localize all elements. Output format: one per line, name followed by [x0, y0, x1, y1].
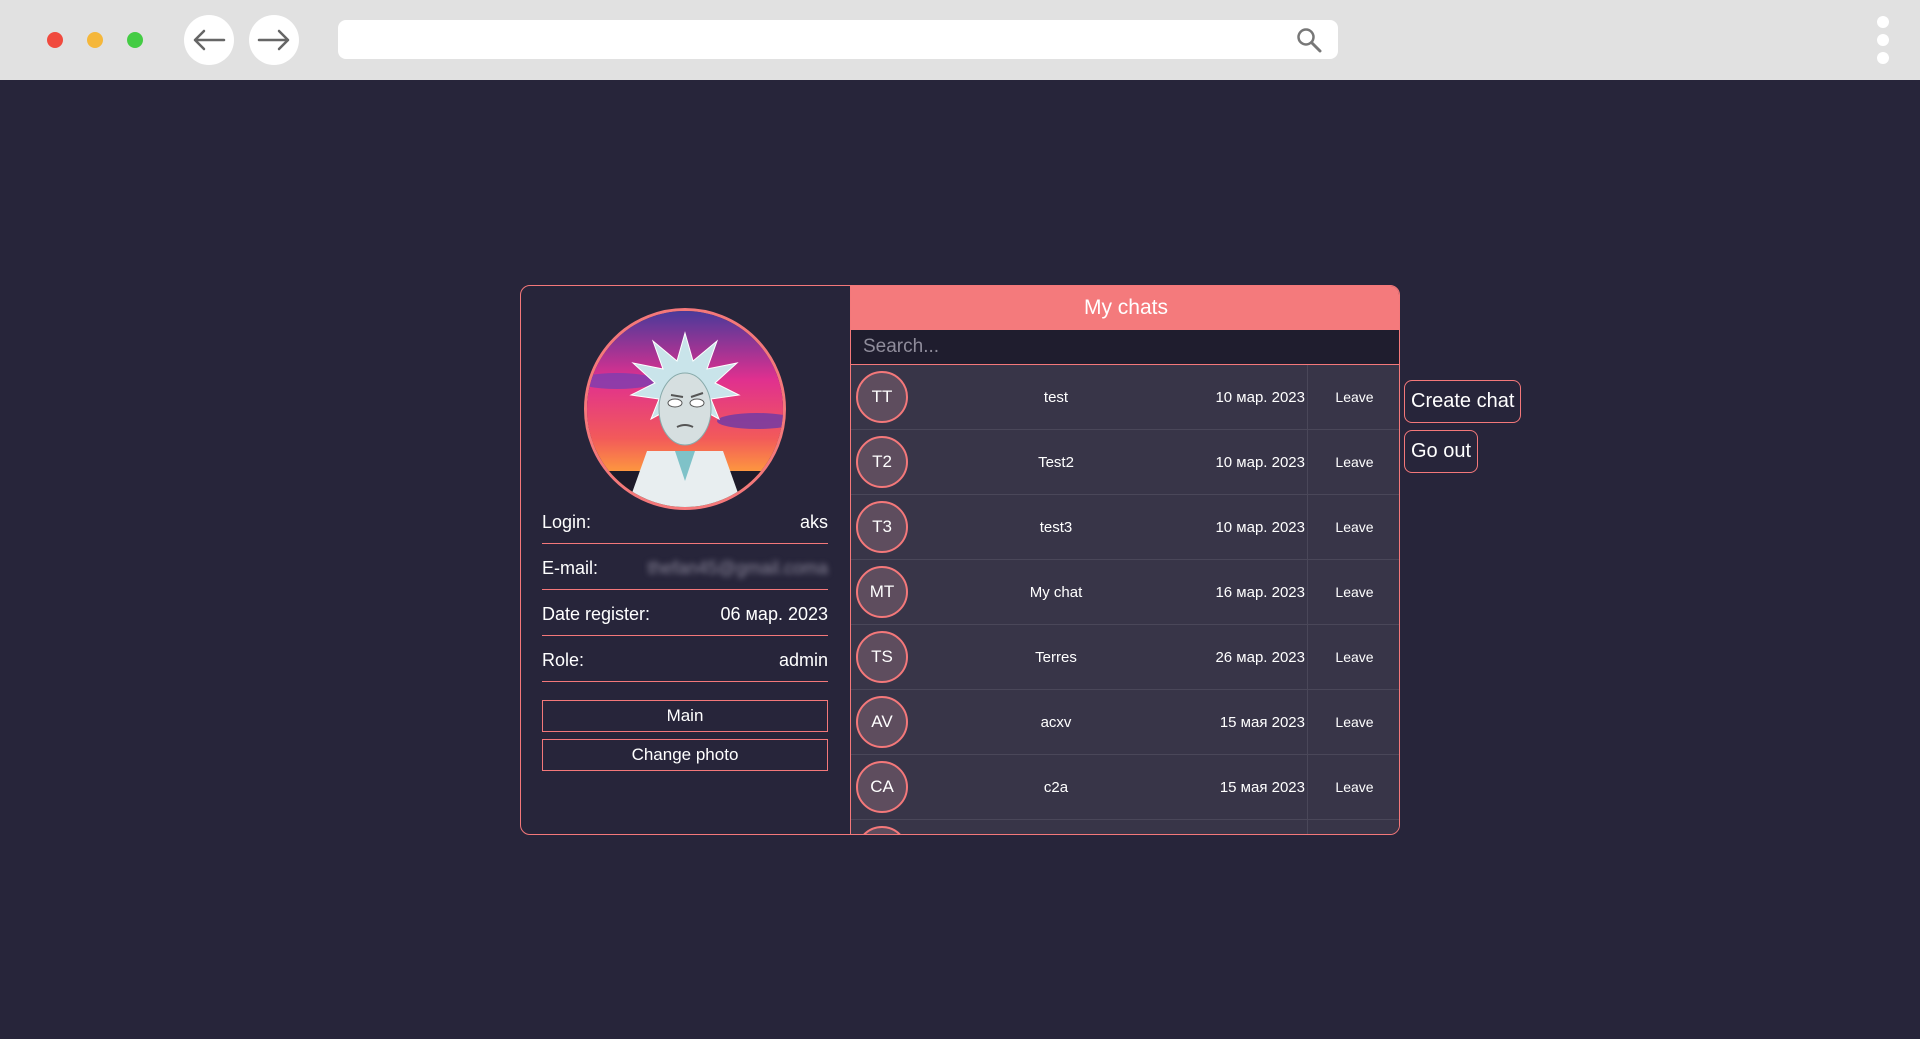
- chat-avatar: AV: [856, 696, 908, 748]
- more-vertical-icon[interactable]: [1876, 16, 1890, 64]
- chat-row[interactable]: [851, 820, 1399, 834]
- leave-button[interactable]: Leave: [1308, 430, 1399, 494]
- divider: [1307, 820, 1308, 834]
- chat-avatar: CA: [856, 761, 908, 813]
- date-register-value: 06 мар. 2023: [720, 604, 828, 624]
- leave-button[interactable]: Leave: [1308, 755, 1399, 819]
- chat-avatar: T2: [856, 436, 908, 488]
- go-out-button[interactable]: Go out: [1404, 430, 1479, 473]
- chat-date: 16 мар. 2023: [1215, 583, 1305, 601]
- chats-panel: My chats TT test 10 мар. 2023 Leave T2 T…: [851, 286, 1399, 834]
- chat-name[interactable]: Terres: [981, 625, 1131, 689]
- chat-row[interactable]: TT test 10 мар. 2023 Leave: [851, 365, 1399, 430]
- arrow-right-icon: [257, 29, 290, 51]
- main-button[interactable]: Main: [542, 700, 828, 732]
- profile-card: Login: aks E-mail: thefan45@gmail.coma D…: [520, 285, 1400, 835]
- leave-button[interactable]: Leave: [1308, 625, 1399, 689]
- chat-row[interactable]: T3 test3 10 мар. 2023 Leave: [851, 495, 1399, 560]
- date-register-label: Date register:: [542, 604, 651, 624]
- chat-row[interactable]: CA c2a 15 мая 2023 Leave: [851, 755, 1399, 820]
- chat-date: 15 мая 2023: [1219, 713, 1305, 731]
- chat-list: TT test 10 мар. 2023 Leave T2 Test2 10 м…: [851, 365, 1399, 834]
- chat-date: 26 мар. 2023: [1215, 648, 1305, 666]
- avatar: [584, 308, 786, 510]
- profile-panel: Login: aks E-mail: thefan45@gmail.coma D…: [521, 286, 851, 834]
- date-register-row: Date register: 06 мар. 2023: [542, 590, 828, 636]
- forward-button[interactable]: [249, 15, 299, 65]
- chat-name[interactable]: acxv: [981, 690, 1131, 754]
- chat-avatar: [856, 826, 908, 834]
- chat-search: [851, 330, 1399, 365]
- leave-button[interactable]: Leave: [1308, 365, 1399, 429]
- address-bar[interactable]: [338, 20, 1338, 59]
- email-value: thefan45@gmail.coma: [647, 558, 828, 578]
- chat-name[interactable]: test3: [981, 495, 1131, 559]
- login-label: Login:: [542, 512, 592, 532]
- chat-date: 10 мар. 2023: [1215, 518, 1305, 536]
- search-input[interactable]: [851, 330, 1399, 364]
- search-icon[interactable]: [1296, 27, 1322, 53]
- role-label: Role:: [542, 650, 585, 670]
- leave-button[interactable]: Leave: [1308, 495, 1399, 559]
- maximize-window-button[interactable]: [127, 32, 143, 48]
- chat-avatar: TT: [856, 371, 908, 423]
- browser-toolbar: [0, 0, 1920, 80]
- role-value: admin: [778, 650, 828, 670]
- chat-name[interactable]: My chat: [981, 560, 1131, 624]
- leave-button[interactable]: Leave: [1308, 690, 1399, 754]
- chat-date: 15 мая 2023: [1219, 778, 1305, 796]
- login-row: Login: aks: [542, 498, 828, 544]
- change-photo-button[interactable]: Change photo: [542, 739, 828, 771]
- chat-row[interactable]: AV acxv 15 мая 2023 Leave: [851, 690, 1399, 755]
- chat-name[interactable]: c2a: [981, 755, 1131, 819]
- chat-date: 10 мар. 2023: [1215, 388, 1305, 406]
- chat-avatar: T3: [856, 501, 908, 553]
- create-chat-button[interactable]: Create chat: [1404, 380, 1522, 423]
- email-row: E-mail: thefan45@gmail.coma: [542, 544, 828, 590]
- chats-header: My chats: [851, 286, 1399, 330]
- leave-button[interactable]: Leave: [1308, 560, 1399, 624]
- minimize-window-button[interactable]: [87, 32, 103, 48]
- arrow-left-icon: [193, 29, 226, 51]
- close-window-button[interactable]: [47, 32, 63, 48]
- login-value: aks: [799, 512, 828, 532]
- chat-row[interactable]: MT My chat 16 мар. 2023 Leave: [851, 560, 1399, 625]
- chat-avatar: MT: [856, 566, 908, 618]
- back-button[interactable]: [184, 15, 234, 65]
- chat-name[interactable]: Test2: [981, 430, 1131, 494]
- email-label: E-mail:: [542, 558, 599, 578]
- role-row: Role: admin: [542, 636, 828, 682]
- chat-name[interactable]: test: [981, 365, 1131, 429]
- chat-row[interactable]: T2 Test2 10 мар. 2023 Leave: [851, 430, 1399, 495]
- chat-date: 10 мар. 2023: [1215, 453, 1305, 471]
- chat-row[interactable]: TS Terres 26 мар. 2023 Leave: [851, 625, 1399, 690]
- chat-avatar: TS: [856, 631, 908, 683]
